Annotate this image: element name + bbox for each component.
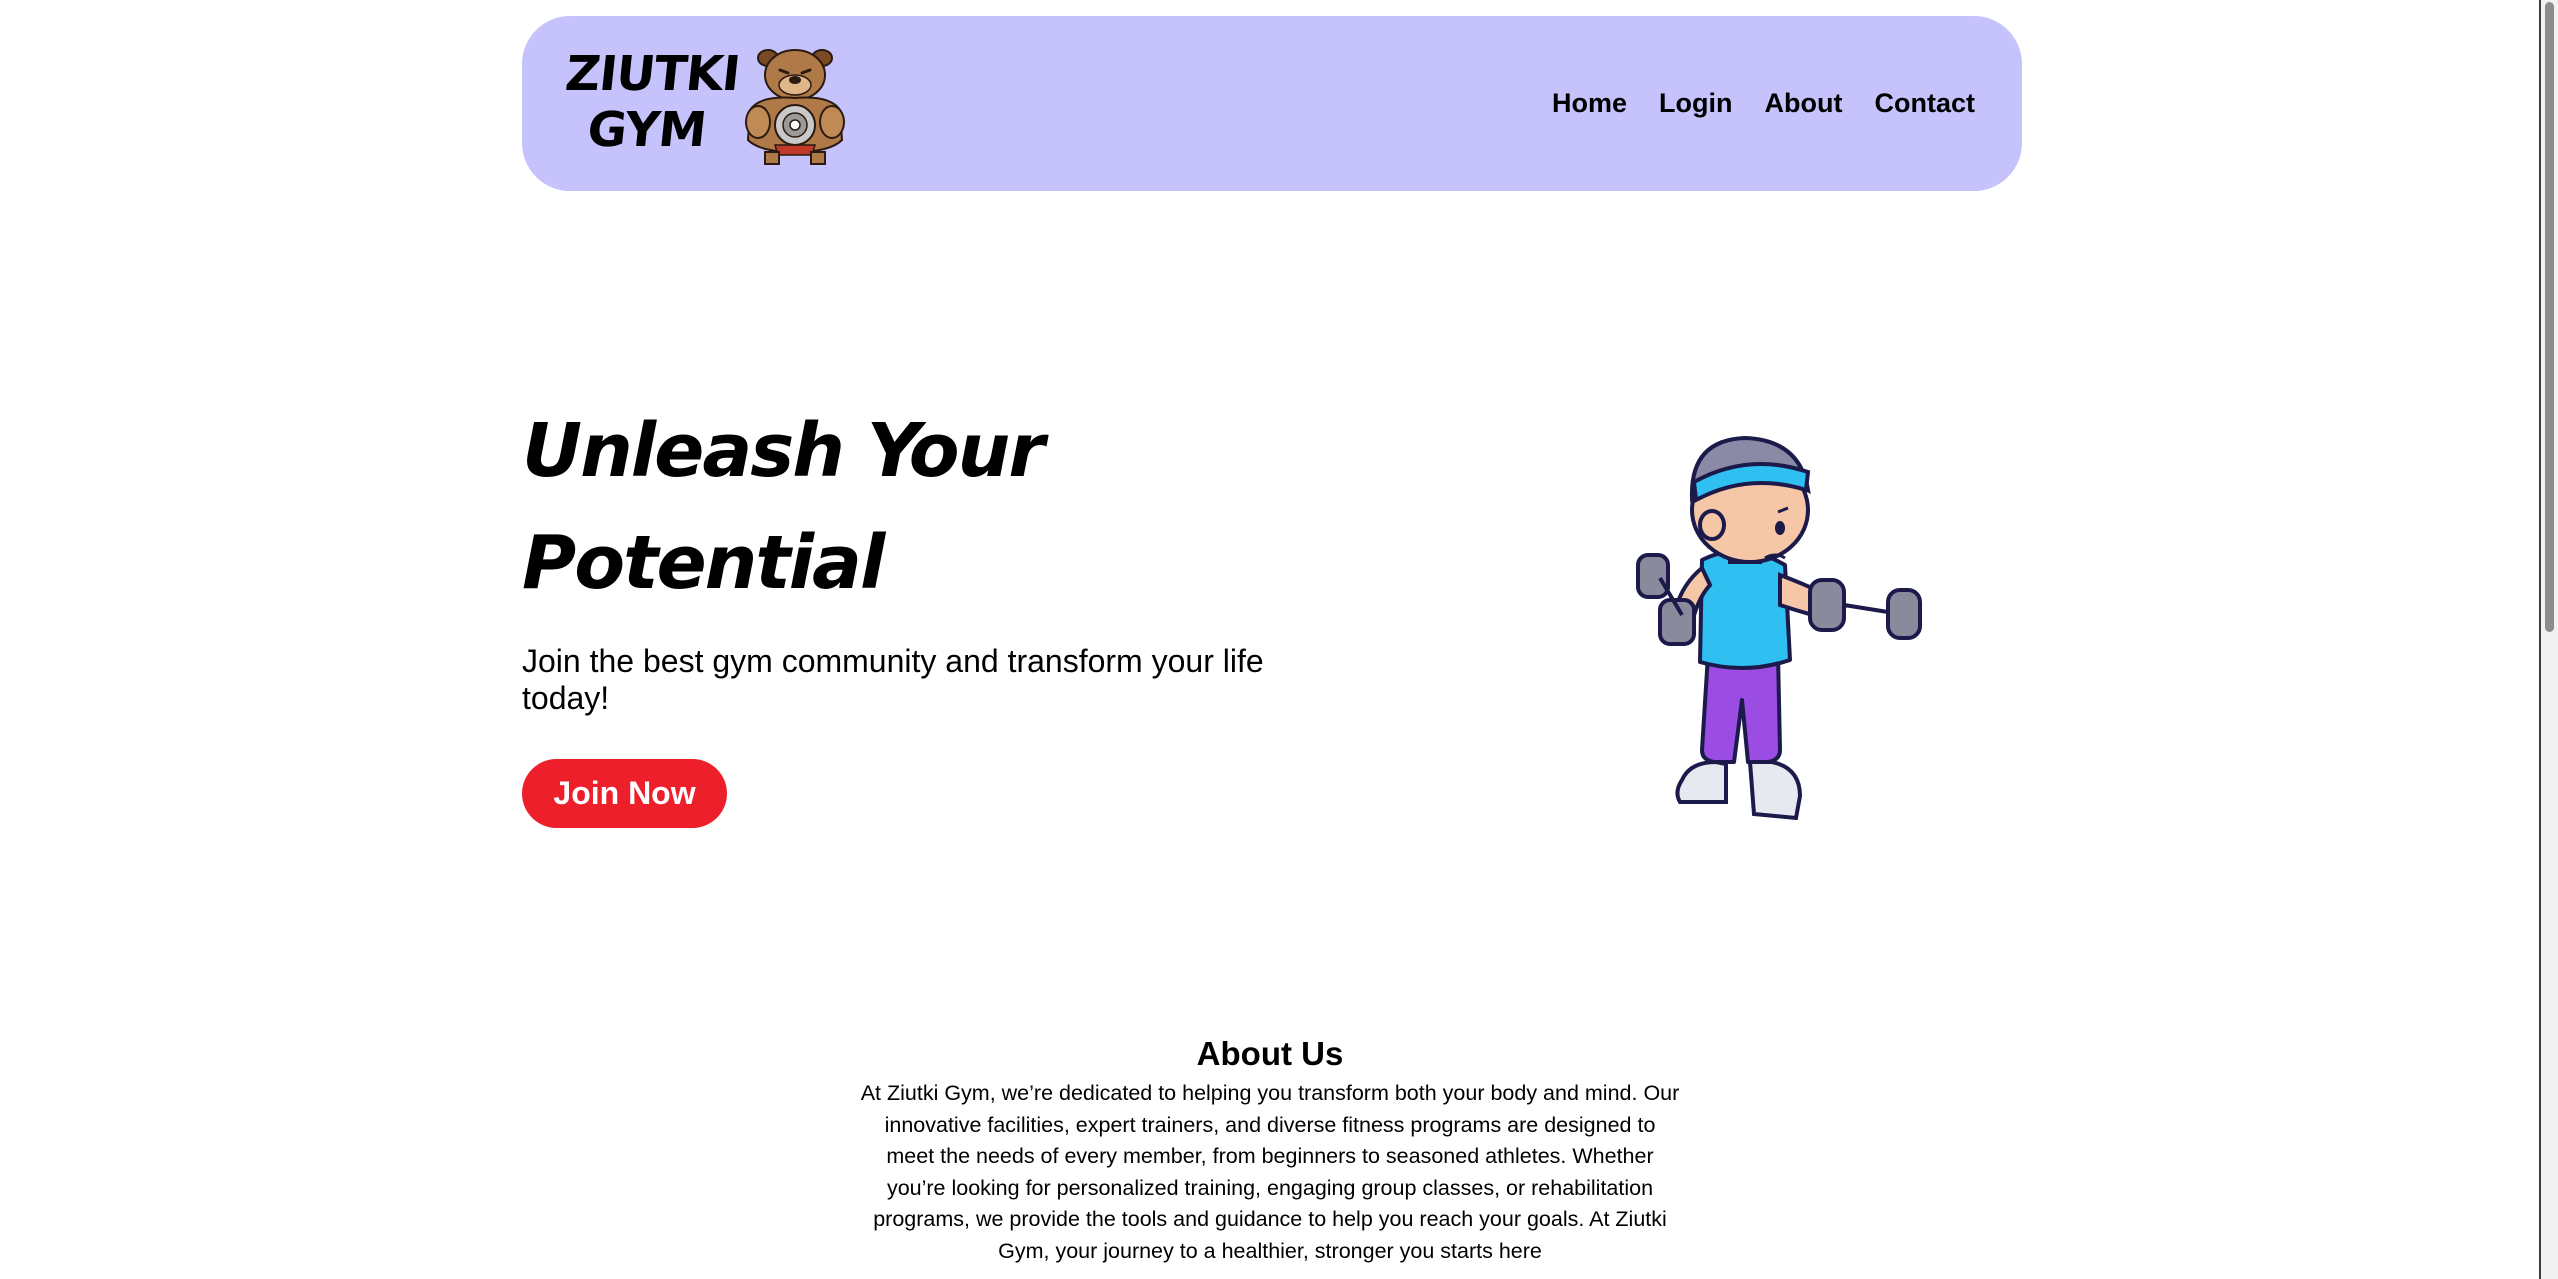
boy-lifting-dumbbells-illustration bbox=[1636, 435, 1922, 821]
about-heading: About Us bbox=[1196, 1035, 1344, 1072]
about-text: At Ziutki Gym, we’re dedicated to helpin… bbox=[860, 1081, 1680, 1263]
nav-login-link[interactable]: Login bbox=[1659, 88, 1732, 119]
nav-about-link[interactable]: About bbox=[1765, 88, 1843, 119]
logo-text[interactable]: ZIUTKI GYM bbox=[556, 46, 743, 158]
join-now-button[interactable]: Join Now bbox=[522, 759, 727, 828]
hero-title-line-1: Unleash Your bbox=[522, 408, 1045, 494]
navbar: ZIUTKI GYM Home Login About Contact bbox=[522, 16, 2022, 191]
vertical-scrollbar[interactable] bbox=[2541, 0, 2558, 1279]
nav-home-link[interactable]: Home bbox=[1552, 88, 1627, 119]
page: ZIUTKI GYM Home Login About Contact Unle… bbox=[0, 0, 2558, 1279]
logo-line-1: ZIUTKI bbox=[562, 46, 743, 102]
logo-line-2: GYM bbox=[584, 102, 709, 158]
nav-menu: Home Login About Contact bbox=[1552, 16, 1975, 191]
hero-subtitle: Join the best gym community and transfor… bbox=[522, 643, 1264, 716]
about-section: About Us At Ziutki Gym, we’re dedicated … bbox=[860, 1030, 1680, 1267]
bulldog-weightlifter-icon bbox=[745, 49, 845, 165]
scrollbar-thumb[interactable] bbox=[2545, 2, 2554, 632]
hero-title: Unleash Your Potential bbox=[522, 395, 1045, 619]
hero-title-line-2: Potential bbox=[522, 520, 885, 606]
nav-contact-link[interactable]: Contact bbox=[1875, 88, 1976, 119]
